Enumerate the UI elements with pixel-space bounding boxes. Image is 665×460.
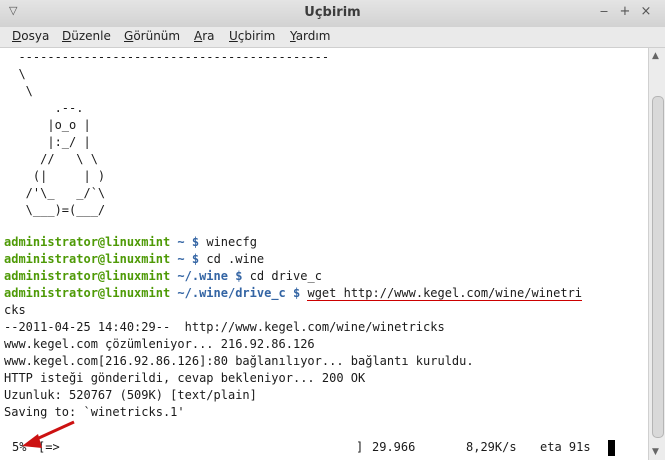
prompt-user: administrator@linuxmint — [4, 269, 171, 283]
wget-command-text: wget http://www.kegel.com/wine/winetri — [307, 286, 583, 301]
output-line: www.kegel.com[216.92.86.126]:80 bağlanıl… — [4, 354, 474, 368]
progress-speed: 8,29K/s — [466, 440, 517, 454]
scrollbar-thumb[interactable] — [652, 96, 664, 438]
scroll-down-icon[interactable]: ▼ — [652, 447, 659, 457]
menu-dosya[interactable]: Dosya — [12, 29, 49, 43]
output-line: www.kegel.com çözümleniyor... 216.92.86.… — [4, 337, 315, 351]
menu-duzenle[interactable]: Düzenle — [62, 29, 111, 43]
command-line: administrator@linuxmint ~ $ winecfg — [4, 234, 257, 251]
command-line: administrator@linuxmint ~/.wine $ cd dri… — [4, 268, 322, 285]
prompt-symbol: $ — [293, 286, 301, 300]
ascii-art-line: (| | ) — [4, 169, 106, 183]
terminal-area[interactable]: ----------------------------------------… — [0, 48, 648, 460]
close-button[interactable]: × — [637, 3, 655, 21]
progress-bytes: 29.966 — [372, 440, 416, 454]
prompt-user: administrator@linuxmint — [4, 235, 171, 249]
output-line: --2011-04-25 14:40:29-- http://www.kegel… — [4, 320, 445, 334]
menu-ucbirim[interactable]: Uçbirim — [229, 29, 275, 43]
ascii-art-line: .--. — [4, 101, 84, 115]
prompt-path: ~ — [177, 252, 185, 266]
progress-bar-end: ] — [356, 440, 364, 454]
prompt-user: administrator@linuxmint — [4, 252, 171, 266]
menu-yardim[interactable]: Yardım — [290, 29, 330, 43]
minimize-button[interactable]: ‒ — [595, 3, 613, 21]
wrapped-command-line: cks — [4, 303, 26, 317]
ascii-art-line: // \ \ — [4, 152, 98, 166]
ascii-art-line: /'\_ _/`\ — [4, 186, 106, 200]
command-text: cd .wine — [206, 252, 265, 266]
prompt-symbol: $ — [191, 235, 200, 249]
maximize-button[interactable]: + — [616, 3, 634, 21]
window-title: Uçbirim — [304, 5, 361, 20]
command-text: cd drive_c — [249, 269, 322, 283]
prompt-path: ~/.wine — [177, 269, 228, 283]
vertical-scrollbar[interactable]: ▲ ▼ — [648, 48, 665, 460]
ascii-art-line: \ — [4, 84, 33, 98]
menubar: Dosya Düzenle Görünüm Ara Uçbirim Yardım — [0, 27, 665, 48]
output-line: Uzunluk: 520767 (509K) [text/plain] — [4, 388, 257, 402]
ascii-art-line: ----------------------------------------… — [4, 50, 330, 64]
prompt-user: administrator@linuxmint — [4, 286, 171, 300]
ascii-art-line: \___)=(___/ — [4, 203, 106, 217]
window-titlebar[interactable]: ▽ Uçbirim ‒ + × — [0, 0, 665, 28]
ascii-art-line: \ — [4, 67, 26, 81]
command-line: administrator@linuxmint ~ $ cd .wine — [4, 251, 264, 268]
menu-ara[interactable]: Ara — [194, 29, 215, 43]
prompt-path: ~/.wine/drive_c — [177, 286, 286, 300]
command-line: administrator@linuxmint ~/.wine/drive_c … — [4, 285, 583, 302]
prompt-path: ~ — [177, 235, 185, 249]
menu-gorunum[interactable]: Görünüm — [124, 29, 180, 43]
prompt-symbol: $ — [235, 269, 243, 283]
terminal-cursor — [608, 440, 615, 456]
command-text: winecfg — [206, 235, 257, 249]
ascii-art-line: |:_/ | — [4, 135, 91, 149]
prompt-symbol: $ — [191, 252, 200, 266]
annotation-arrow-icon — [22, 420, 75, 448]
output-line: HTTP isteği gönderildi, cevap bekleniyor… — [4, 371, 366, 385]
scroll-up-icon[interactable]: ▲ — [652, 51, 659, 61]
progress-eta: eta 91s — [540, 440, 591, 454]
ascii-art-line: |o_o | — [4, 118, 91, 132]
